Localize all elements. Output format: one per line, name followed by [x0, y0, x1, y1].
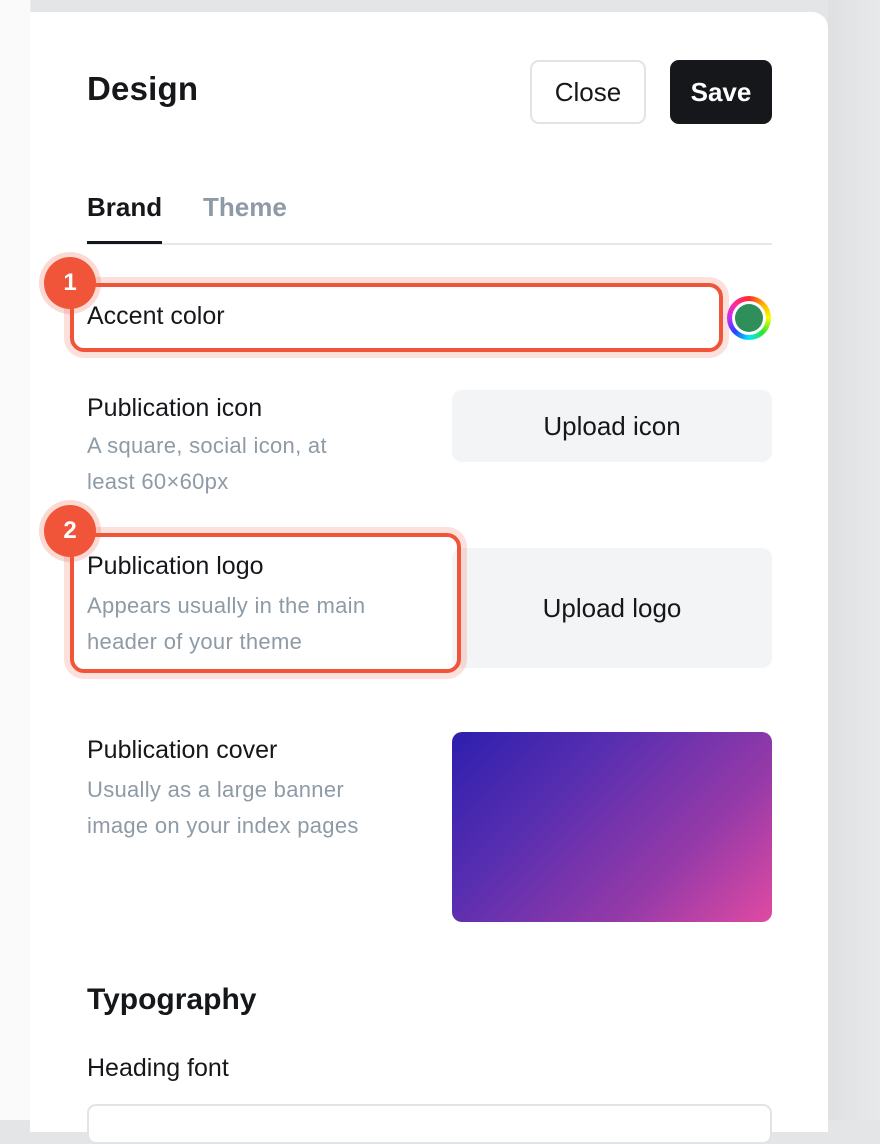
- annotation-badge-1: 1: [44, 257, 96, 309]
- background-pane-left: [0, 0, 31, 1120]
- accent-color-picker[interactable]: [727, 296, 771, 340]
- publication-icon-label: Publication icon: [87, 394, 263, 422]
- typography-heading: Typography: [87, 983, 257, 1016]
- page-title: Design: [87, 70, 199, 107]
- color-ring: [732, 301, 766, 335]
- upload-icon-button[interactable]: Upload icon: [452, 390, 772, 462]
- annotation-badge-2: 2: [44, 505, 96, 557]
- tab-theme[interactable]: Theme: [203, 192, 287, 223]
- close-button[interactable]: Close: [530, 60, 646, 124]
- active-tab-indicator: [87, 241, 162, 244]
- publication-cover-label: Publication cover: [87, 736, 278, 764]
- publication-cover-hint-line2: image on your index pages: [87, 813, 359, 838]
- background-pane-right: [828, 0, 880, 1120]
- tabs-divider: [87, 243, 772, 245]
- annotation-highlight-accent-color: [70, 283, 723, 352]
- accent-color-dot: [735, 304, 763, 332]
- upload-logo-button[interactable]: Upload logo: [452, 548, 772, 668]
- heading-font-select[interactable]: [87, 1104, 772, 1144]
- save-button[interactable]: Save: [670, 60, 772, 124]
- publication-cover-hint-line1: Usually as a large banner: [87, 777, 344, 802]
- publication-icon-hint-line2: least 60×60px: [87, 469, 229, 494]
- heading-font-label: Heading font: [87, 1054, 229, 1082]
- tab-brand[interactable]: Brand: [87, 192, 162, 223]
- publication-cover-image[interactable]: [452, 732, 772, 922]
- publication-icon-hint-line1: A square, social icon, at: [87, 433, 327, 458]
- annotation-highlight-publication-logo: [70, 533, 461, 673]
